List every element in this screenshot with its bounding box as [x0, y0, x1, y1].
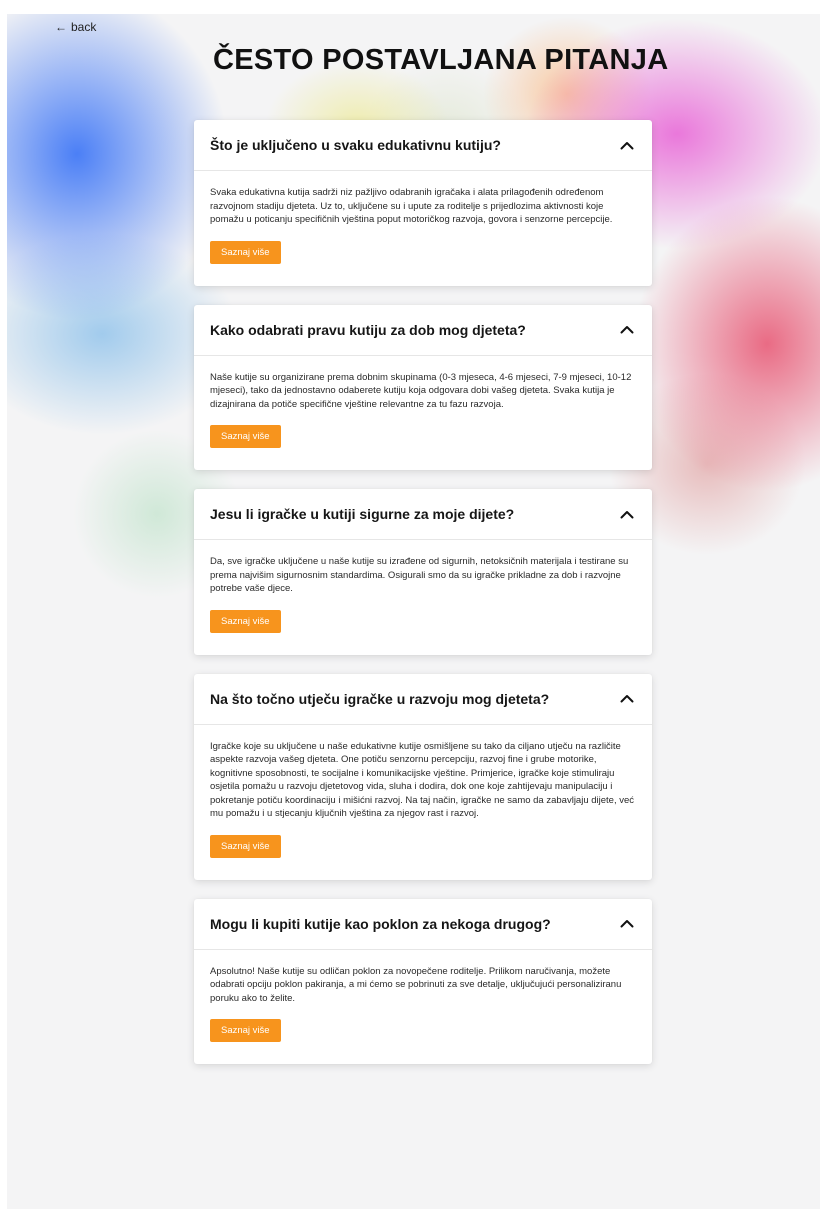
faq-answer: Svaka edukativna kutija sadrži niz pažlj…: [210, 187, 613, 225]
back-label: back: [71, 20, 97, 34]
faq-item-header[interactable]: Na što točno utječu igračke u razvoju mo…: [194, 674, 652, 725]
faq-item-body: Da, sve igračke uključene u naše kutije …: [194, 540, 652, 655]
faq-item: Mogu li kupiti kutije kao poklon za neko…: [194, 898, 652, 1065]
learn-more-button[interactable]: Saznaj više: [210, 240, 281, 264]
learn-more-button[interactable]: Saznaj više: [210, 425, 281, 448]
back-link[interactable]: ← back: [55, 20, 96, 34]
faq-item-header[interactable]: Mogu li kupiti kutije kao poklon za neko…: [194, 899, 652, 950]
chevron-up-icon[interactable]: [618, 136, 636, 154]
faq-item: Kako odabrati pravu kutiju za dob mog dj…: [194, 304, 652, 471]
learn-more-button[interactable]: Saznaj više: [210, 834, 281, 858]
faq-answer: Apsolutno! Naše kutije su odličan poklon…: [210, 965, 622, 1004]
faq-question: Što je uključeno u svaku edukativnu kuti…: [210, 137, 501, 153]
chevron-up-icon[interactable]: [618, 915, 636, 933]
faq-answer: Naše kutije su organizirane prema dobnim…: [210, 371, 632, 410]
chevron-up-icon[interactable]: [618, 321, 636, 339]
chevron-up-icon[interactable]: [618, 690, 636, 708]
learn-more-button[interactable]: Saznaj više: [210, 609, 281, 633]
faq-question: Na što točno utječu igračke u razvoju mo…: [210, 690, 550, 707]
faq-question: Kako odabrati pravu kutiju za dob mog dj…: [210, 321, 526, 338]
faq-item-header[interactable]: Što je uključeno u svaku edukativnu kuti…: [194, 120, 652, 171]
faq-item: Jesu li igračke u kutiji sigurne za moje…: [194, 489, 652, 655]
faq-item-body: Naše kutije su organizirane prema dobnim…: [194, 356, 652, 471]
faq-item-header[interactable]: Kako odabrati pravu kutiju za dob mog dj…: [194, 305, 652, 356]
chevron-up-icon[interactable]: [618, 505, 636, 523]
faq-item-body: Svaka edukativna kutija sadrži niz pažlj…: [194, 171, 652, 286]
faq-item: Na što točno utječu igračke u razvoju mo…: [194, 673, 652, 880]
faq-question: Jesu li igračke u kutiji sigurne za moje…: [210, 506, 515, 522]
faq-item: Što je uključeno u svaku edukativnu kuti…: [194, 120, 652, 286]
faq-item-header[interactable]: Jesu li igračke u kutiji sigurne za moje…: [194, 489, 652, 540]
back-arrow-icon: ←: [55, 20, 67, 34]
faq-list: Što je uključeno u svaku edukativnu kuti…: [194, 120, 652, 1083]
faq-item-body: Apsolutno! Naše kutije su odličan poklon…: [194, 950, 652, 1065]
faq-item-body: Igračke koje su uključene u naše edukati…: [194, 725, 652, 880]
faq-question: Mogu li kupiti kutije kao poklon za neko…: [210, 915, 551, 932]
learn-more-button[interactable]: Saznaj više: [210, 1019, 281, 1042]
faq-answer: Igračke koje su uključene u naše edukati…: [210, 740, 635, 820]
faq-page: ← back ČESTO POSTAVLJANA PITANJA Što je …: [7, 14, 820, 1209]
faq-answer: Da, sve igračke uključene u naše kutije …: [210, 556, 629, 594]
page-title: ČESTO POSTAVLJANA PITANJA: [213, 44, 669, 76]
